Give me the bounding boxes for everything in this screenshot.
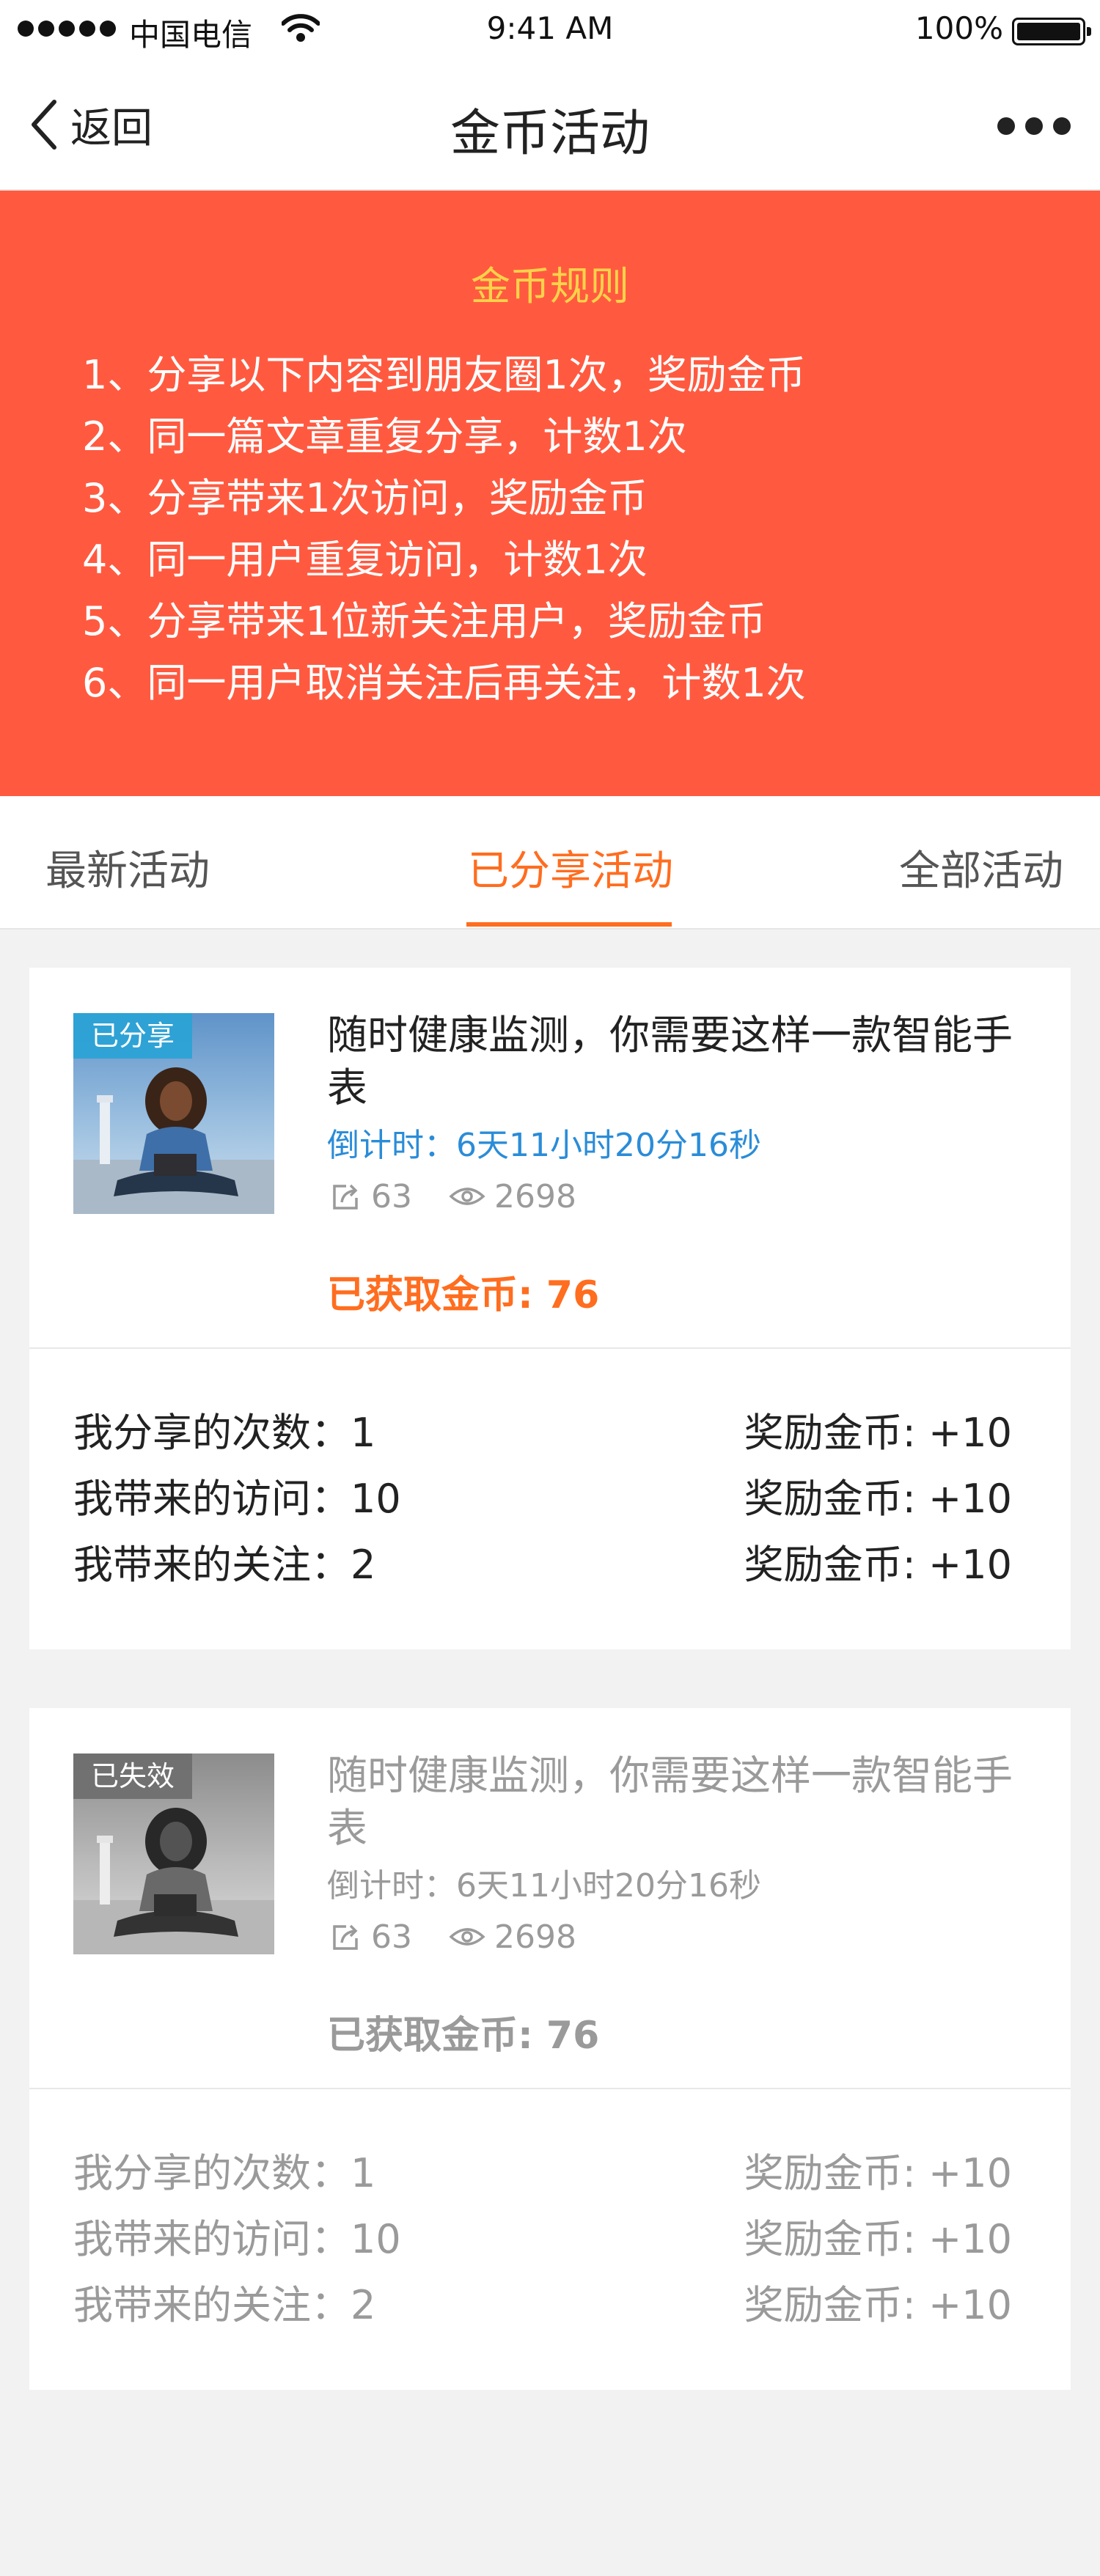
view-count: 2698 xyxy=(494,1918,576,1956)
reward-row: 我带来的访问：10 奖励金币: +10 xyxy=(73,1462,1012,1528)
more-icon xyxy=(997,117,1015,135)
tab-latest[interactable]: 最新活动 xyxy=(45,796,210,928)
more-icon xyxy=(1053,117,1071,135)
view-count: 2698 xyxy=(494,1177,576,1215)
reward-row-value: 奖励金币: +10 xyxy=(744,1409,1012,1456)
rules-title: 金币规则 xyxy=(471,263,629,309)
tab-all[interactable]: 全部活动 xyxy=(899,796,1063,928)
eye-icon xyxy=(449,1928,485,1946)
reward-row: 我分享的次数：1 奖励金币: +10 xyxy=(73,1396,1012,1462)
rule-item: 2、同一篇文章重复分享，计数1次 xyxy=(82,413,687,460)
activity-title[interactable]: 随时健康监测，你需要这样一款智能手表 xyxy=(327,1009,1031,1114)
rule-item: 5、分享带来1位新关注用户，奖励金币 xyxy=(82,598,766,644)
reward-row-value: 奖励金币: +10 xyxy=(744,2149,1012,2196)
status-badge: 已失效 xyxy=(73,1753,193,1799)
nav-bar: 返回 金币活动 xyxy=(0,60,1100,191)
activity-stats: 63 2698 xyxy=(330,1915,576,1959)
reward-breakdown: 我分享的次数：1 奖励金币: +10 我带来的访问：10 奖励金币: +10 我… xyxy=(29,1349,1071,1649)
status-badge: 已分享 xyxy=(73,1013,193,1059)
rule-item: 3、分享带来1次访问，奖励金币 xyxy=(82,475,648,521)
active-tab-indicator xyxy=(466,922,672,927)
share-count: 63 xyxy=(371,1177,412,1215)
reward-row: 我分享的次数：1 奖励金币: +10 xyxy=(73,2136,1012,2202)
reward-row-value: 奖励金币: +10 xyxy=(744,1541,1012,1588)
back-label: 返回 xyxy=(70,104,153,152)
activity-stats: 63 2698 xyxy=(330,1174,576,1218)
more-button[interactable] xyxy=(997,111,1071,141)
more-icon xyxy=(1025,117,1043,135)
battery-icon xyxy=(1012,18,1091,45)
reward-row-value: 奖励金币: +10 xyxy=(744,2281,1012,2328)
earned-coins: 已获取金币: 76 xyxy=(327,2014,600,2058)
activity-thumbnail[interactable]: 已失效 xyxy=(73,1753,274,1954)
countdown-text: 倒计时：6天11小时20分16秒 xyxy=(327,1127,761,1164)
tab-shared[interactable]: 已分享活动 xyxy=(468,796,673,928)
back-button[interactable]: 返回 xyxy=(29,95,153,154)
reward-row-label: 我分享的次数：1 xyxy=(73,2149,376,2196)
countdown-text: 倒计时：6天11小时20分16秒 xyxy=(327,1867,761,1905)
reward-row: 我带来的关注：2 奖励金币: +10 xyxy=(73,1528,1012,1594)
reward-row-value: 奖励金币: +10 xyxy=(744,2215,1012,2262)
reward-row-label: 我分享的次数：1 xyxy=(73,1409,376,1456)
reward-row: 我带来的关注：2 奖励金币: +10 xyxy=(73,2268,1012,2334)
share-icon xyxy=(333,1924,358,1950)
share-count: 63 xyxy=(371,1918,412,1956)
activity-card-header: 已分享 随时健康监测，你需要这样一款智能手表 倒计时：6天11小时20分16秒 … xyxy=(29,968,1071,1349)
reward-row-value: 奖励金币: +10 xyxy=(744,1475,1012,1522)
tab-bar: 最新活动 已分享活动 全部活动 xyxy=(0,796,1100,930)
reward-row-label: 我带来的关注：2 xyxy=(73,1541,376,1588)
reward-row-label: 我带来的访问：10 xyxy=(73,1475,401,1522)
activity-thumbnail[interactable]: 已分享 xyxy=(73,1013,274,1214)
rules-list: 1、分享以下内容到朋友圈1次，奖励金币 2、同一篇文章重复分享，计数1次 3、分… xyxy=(82,345,806,714)
status-bar: 中国电信 9:41 AM 100% xyxy=(0,0,1100,60)
rule-item: 4、同一用户重复访问，计数1次 xyxy=(82,537,648,583)
activity-card[interactable]: 已失效 随时健康监测，你需要这样一款智能手表 倒计时：6天11小时20分16秒 … xyxy=(29,1708,1071,2390)
reward-breakdown: 我分享的次数：1 奖励金币: +10 我带来的访问：10 奖励金币: +10 我… xyxy=(29,2089,1071,2390)
battery-fill xyxy=(1017,23,1080,40)
share-icon xyxy=(333,1184,358,1210)
rule-item: 6、同一用户取消关注后再关注，计数1次 xyxy=(82,660,806,706)
activity-card-header: 已失效 随时健康监测，你需要这样一款智能手表 倒计时：6天11小时20分16秒 … xyxy=(29,1708,1071,2089)
reward-row: 我带来的访问：10 奖励金币: +10 xyxy=(73,2202,1012,2268)
rules-banner: 金币规则 1、分享以下内容到朋友圈1次，奖励金币 2、同一篇文章重复分享，计数1… xyxy=(0,191,1100,796)
rule-item: 1、分享以下内容到朋友圈1次，奖励金币 xyxy=(82,352,806,398)
app-screen: 中国电信 9:41 AM 100% 返回 金币活动 金币规则 1、分享以下内容到… xyxy=(0,0,1100,2576)
earned-coins: 已获取金币: 76 xyxy=(327,1273,600,1317)
page-title: 金币活动 xyxy=(450,105,650,163)
eye-icon xyxy=(449,1188,485,1205)
activity-title[interactable]: 随时健康监测，你需要这样一款智能手表 xyxy=(327,1749,1031,1855)
chevron-left-icon xyxy=(32,100,56,150)
battery-percent: 100% xyxy=(914,10,1003,46)
reward-row-label: 我带来的访问：10 xyxy=(73,2215,401,2262)
activity-card[interactable]: 已分享 随时健康监测，你需要这样一款智能手表 倒计时：6天11小时20分16秒 … xyxy=(29,968,1071,1649)
reward-row-label: 我带来的关注：2 xyxy=(73,2281,376,2328)
